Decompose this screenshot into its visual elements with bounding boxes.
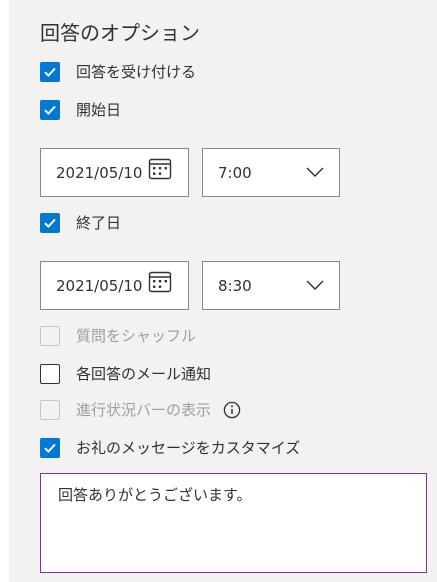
shuffle-questions-checkbox: 質問をシャッフル: [40, 324, 196, 348]
end-date-checkbox[interactable]: 終了日: [40, 211, 121, 235]
info-icon[interactable]: [223, 401, 241, 419]
start-date-value: 2021/05/10: [56, 164, 143, 182]
accept-responses-label: 回答を受け付ける: [76, 63, 197, 81]
end-time-value: 8:30: [218, 277, 252, 295]
start-time-dropdown[interactable]: 7:00: [202, 148, 340, 197]
start-date-label: 開始日: [76, 101, 122, 119]
end-date-label: 終了日: [76, 214, 122, 232]
start-time-value: 7:00: [218, 164, 252, 182]
checkbox-unchecked-icon: [40, 364, 60, 384]
custom-thanks-checkbox[interactable]: お礼のメッセージをカスタマイズ: [40, 436, 300, 460]
email-notification-checkbox[interactable]: 各回答のメール通知: [40, 362, 211, 386]
checkbox-disabled-icon: [40, 326, 60, 346]
end-date-picker[interactable]: 2021/05/10: [40, 261, 189, 310]
checkbox-disabled-icon: [40, 400, 60, 420]
calendar-icon[interactable]: [148, 270, 172, 294]
start-date-checkbox[interactable]: 開始日: [40, 98, 121, 122]
shuffle-questions-label: 質問をシャッフル: [76, 327, 197, 345]
chevron-down-icon: [306, 280, 324, 290]
accept-responses-checkbox[interactable]: 回答を受け付ける: [40, 60, 196, 84]
calendar-icon[interactable]: [148, 157, 172, 181]
chevron-down-icon: [306, 167, 324, 177]
custom-thanks-label: お礼のメッセージをカスタマイズ: [76, 439, 301, 457]
start-date-picker[interactable]: 2021/05/10: [40, 148, 189, 197]
checkbox-checked-icon: [40, 213, 60, 233]
checkbox-checked-icon: [40, 438, 60, 458]
progress-bar-checkbox: 進行状況バーの表示: [40, 398, 241, 422]
email-notification-label: 各回答のメール通知: [76, 365, 212, 383]
thank-you-message-textarea[interactable]: 回答ありがとうございます。: [40, 473, 427, 573]
section-title: 回答のオプション: [40, 21, 200, 45]
checkbox-checked-icon: [40, 100, 60, 120]
progress-bar-label: 進行状況バーの表示: [76, 401, 212, 419]
end-time-dropdown[interactable]: 8:30: [202, 261, 340, 310]
end-date-value: 2021/05/10: [56, 277, 143, 295]
checkbox-checked-icon: [40, 62, 60, 82]
